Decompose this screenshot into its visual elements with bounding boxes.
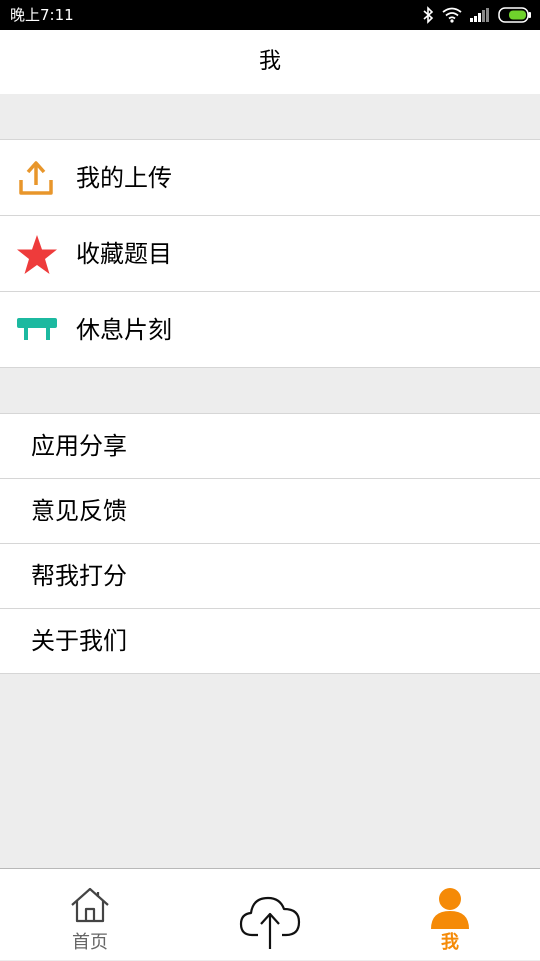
menu-item-label: 关于我们 <box>31 627 127 655</box>
signal-icon <box>470 8 490 22</box>
bluetooth-icon <box>422 6 434 24</box>
status-time: 晚上7:11 <box>10 6 74 24</box>
status-bar: 晚上7:11 <box>0 0 540 30</box>
menu-item-feedback[interactable]: 意见反馈 <box>0 479 540 544</box>
user-icon <box>429 885 471 933</box>
tab-home[interactable]: 首页 <box>0 869 180 961</box>
cloud-upload-icon <box>238 889 302 957</box>
star-icon <box>16 234 57 274</box>
wifi-icon <box>442 7 462 23</box>
menu-item-label: 意见反馈 <box>31 497 127 525</box>
menu-item-label: 收藏题目 <box>76 240 172 268</box>
menu-item-rate-us[interactable]: 帮我打分 <box>0 544 540 609</box>
secondary-menu-group: 应用分享 意见反馈 帮我打分 关于我们 <box>0 413 540 674</box>
upload-icon <box>16 158 56 198</box>
tab-home-label: 首页 <box>72 932 108 953</box>
menu-item-about-us[interactable]: 关于我们 <box>0 609 540 673</box>
page-title: 我 <box>258 49 281 74</box>
menu-item-favorites[interactable]: 收藏题目 <box>0 216 540 292</box>
menu-item-label: 应用分享 <box>31 432 127 460</box>
menu-item-share-app[interactable]: 应用分享 <box>0 414 540 479</box>
menu-item-my-uploads[interactable]: 我的上传 <box>0 140 540 216</box>
menu-item-label: 我的上传 <box>76 164 172 192</box>
tab-me[interactable]: 我 <box>360 869 540 961</box>
home-icon <box>69 887 111 927</box>
tab-me-label: 我 <box>441 932 459 953</box>
bench-icon <box>16 310 57 350</box>
tab-upload[interactable] <box>180 869 360 961</box>
tab-bar: 首页 我 <box>0 868 540 960</box>
menu-item-label: 帮我打分 <box>31 562 127 590</box>
menu-item-label: 休息片刻 <box>76 316 172 344</box>
battery-icon <box>498 7 532 23</box>
menu-item-take-a-break[interactable]: 休息片刻 <box>0 292 540 367</box>
main-menu-group: 我的上传 收藏题目 休息片刻 <box>0 139 540 368</box>
title-bar: 我 <box>0 30 540 94</box>
